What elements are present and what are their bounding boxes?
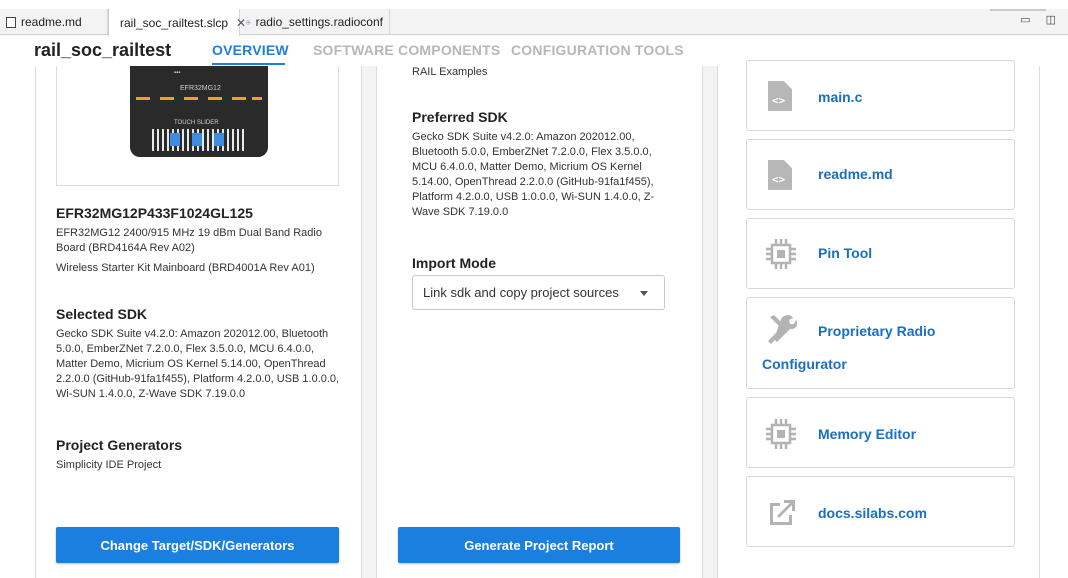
editor-tab-strip: readme.md rail_soc_railtest.slcp ✕ radio…	[0, 9, 1068, 36]
tab-label: rail_soc_railtest.slcp	[120, 15, 229, 30]
tab-radioconf[interactable]: radio_settings.radioconf	[240, 9, 390, 35]
selected-sdk-heading: Selected SDK	[56, 306, 148, 322]
chip-icon	[766, 419, 796, 449]
tool-label: Memory Editor	[818, 426, 917, 442]
tool-label: docs.silabs.com	[818, 505, 927, 521]
kit-description: Wireless Starter Kit Mainboard (BRD4001A…	[56, 262, 315, 274]
chip-silkscreen: EFR32MG12	[180, 85, 221, 92]
tool-label: main.c	[818, 89, 863, 105]
tool-label-continued: Configurator	[762, 356, 847, 372]
generators-text: Simplicity IDE Project	[56, 459, 162, 471]
tool-label: Pin Tool	[818, 245, 873, 261]
selected-sdk-text: Gecko SDK Suite v4.2.0: Amazon 202012.00…	[56, 328, 340, 400]
generate-report-button[interactable]: Generate Project Report	[398, 527, 680, 563]
divider	[990, 9, 1046, 11]
right-margin	[1040, 66, 1068, 578]
source-file-icon: <>	[768, 81, 792, 111]
board-image: ▪▪▪ EFR32MG12 TOUCH SLIDER	[56, 66, 339, 186]
slider-silkscreen: TOUCH SLIDER	[174, 120, 219, 126]
category-text: RAIL Examples	[412, 66, 488, 78]
tool-label: Proprietary Radio	[818, 323, 936, 339]
tab-software-components[interactable]: SOFTWARE COMPONENTS	[313, 42, 500, 58]
preferred-sdk-text: Gecko SDK Suite v4.2.0: Amazon 202012.00…	[412, 131, 655, 218]
import-mode-select[interactable]: Link sdk and copy project sources	[412, 275, 665, 310]
tool-label: readme.md	[818, 166, 893, 182]
file-icon	[6, 16, 16, 28]
radio-config-icon	[246, 19, 251, 25]
chip-icon	[766, 239, 796, 269]
tab-label: readme.md	[21, 15, 82, 29]
tool-card-readme[interactable]: <> readme.md	[746, 139, 1015, 210]
tool-card-pin-tool[interactable]: Pin Tool	[746, 218, 1015, 289]
tool-card-memory-editor[interactable]: Memory Editor	[746, 397, 1015, 468]
tab-project[interactable]: rail_soc_railtest.slcp ✕	[108, 9, 246, 36]
external-link-icon	[770, 500, 795, 525]
import-mode-value: Link sdk and copy project sources	[423, 285, 619, 300]
source-file-icon: <>	[768, 160, 792, 190]
tool-card-docs[interactable]: docs.silabs.com	[746, 476, 1015, 547]
active-tab-indicator	[212, 63, 285, 65]
project-title: rail_soc_railtest	[34, 40, 172, 60]
board-pcb: ▪▪▪ EFR32MG12 TOUCH SLIDER	[130, 66, 268, 157]
tool-card-radio-configurator[interactable]: Proprietary Radio Configurator	[746, 297, 1015, 389]
change-target-button[interactable]: Change Target/SDK/Generators	[56, 527, 339, 563]
tab-readme[interactable]: readme.md	[0, 9, 108, 35]
import-mode-heading: Import Mode	[412, 255, 496, 271]
wrench-screwdriver-icon	[768, 315, 798, 344]
tool-card-main-c[interactable]: <> main.c	[746, 60, 1015, 131]
tab-overview[interactable]: OVERVIEW	[212, 42, 289, 58]
preferred-sdk-heading: Preferred SDK	[412, 109, 508, 125]
chevron-down-icon	[640, 291, 648, 296]
window-controls[interactable]: ▭ ◫	[1020, 13, 1062, 26]
board-description: EFR32MG12 2400/915 MHz 19 dBm Dual Band …	[56, 227, 322, 254]
simplicity-studio-window: readme.md rail_soc_railtest.slcp ✕ radio…	[0, 0, 1068, 578]
tab-configuration-tools[interactable]: CONFIGURATION TOOLS	[511, 42, 684, 58]
generators-heading: Project Generators	[56, 437, 183, 453]
part-number: EFR32MG12P433F1024GL125	[56, 205, 253, 221]
tab-label: radio_settings.radioconf	[255, 15, 383, 29]
